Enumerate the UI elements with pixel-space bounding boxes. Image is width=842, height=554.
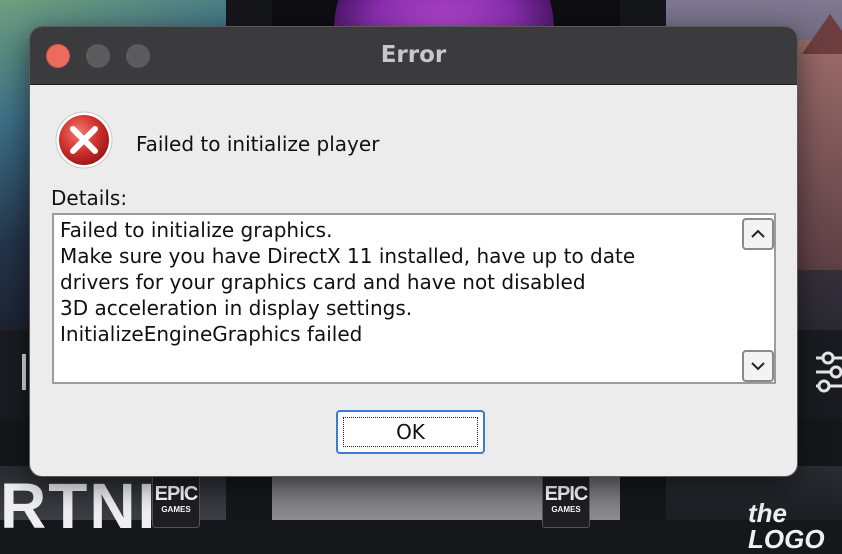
chevron-down-icon (751, 362, 765, 371)
scroll-up-button[interactable] (742, 218, 774, 250)
list-icon[interactable] (20, 350, 30, 394)
details-textarea[interactable]: Failed to initialize graphics. Make sure… (52, 213, 776, 384)
tile-art (802, 14, 842, 54)
error-x-icon (55, 111, 113, 169)
ok-button-label: OK (396, 420, 425, 444)
details-label: Details: (51, 186, 128, 210)
badge-line2: GAMES (551, 505, 581, 514)
title-bar[interactable]: Error (30, 27, 797, 85)
window-title: Error (380, 42, 447, 68)
badge-line2: GAMES (161, 505, 191, 514)
filter-sliders-icon[interactable] (814, 350, 842, 394)
chevron-up-icon (751, 229, 765, 238)
scroll-down-button[interactable] (742, 350, 774, 382)
ok-button[interactable]: OK (336, 410, 485, 454)
badge-line1: EPIC (544, 483, 589, 505)
badge-line1: EPIC (154, 483, 199, 505)
error-message: Failed to initialize player (136, 132, 380, 156)
game-tile-title-art: the LOGO (748, 498, 825, 554)
details-text[interactable]: Failed to initialize graphics. Make sure… (60, 217, 635, 347)
